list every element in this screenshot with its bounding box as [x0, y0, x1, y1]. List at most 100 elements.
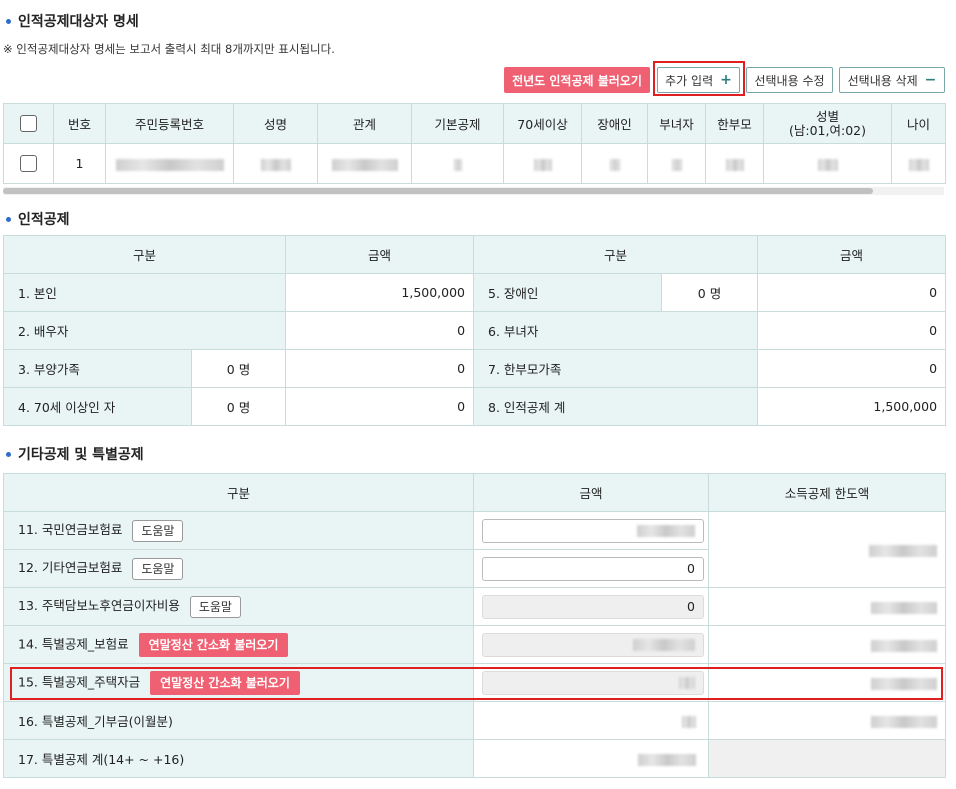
scrollbar-thumb[interactable]: [3, 188, 873, 194]
amount-over70: 0: [285, 387, 475, 426]
limit-special-donation: [708, 701, 946, 740]
header-age: 나이: [891, 103, 946, 144]
label-special-total: 17. 특별공제 계(14+ ~ +16): [3, 739, 474, 778]
header-amount-2: 금액: [757, 235, 947, 274]
table-row: 11. 국민연금보험료 도움말: [3, 511, 946, 588]
load-simplified-housing-button[interactable]: 연말정산 간소화 불러오기: [150, 670, 300, 695]
header-single-parent: 한부모: [705, 103, 764, 144]
row-select-cell: [3, 143, 54, 184]
personal-deduction-table: 구분 금액 구분 금액 1. 본인 1,500,000 5. 장애인 0 명 0…: [2, 235, 947, 426]
header-category-2: 구분: [473, 235, 759, 274]
count-disabled: 0 명: [661, 273, 759, 312]
header-rrn: 주민등록번호: [105, 103, 234, 144]
row-female: [647, 143, 706, 184]
amount-self: 1,500,000: [285, 273, 475, 312]
mortgage-pension-interest-input: 0: [482, 594, 704, 619]
label-special-housing: 15. 특별공제_주택자금 연말정산 간소화 불러오기: [3, 663, 474, 702]
other-pension-input[interactable]: 0: [482, 556, 704, 581]
table-row: 2. 배우자 0 6. 부녀자 0: [2, 311, 947, 350]
header-over70: 70세이상: [503, 103, 582, 144]
label-mortgage-pension-interest: 13. 주택담보노후연금이자비용 도움말: [3, 587, 474, 626]
row-checkbox[interactable]: [20, 155, 37, 172]
help-button[interactable]: 도움말: [132, 557, 184, 580]
section-title-personal-deduction: 인적공제: [6, 209, 70, 229]
limit-special-housing: [708, 663, 946, 702]
label-other-pension: 12. 기타연금보험료 도움말: [3, 549, 474, 588]
header-basic: 기본공제: [411, 103, 504, 144]
row-rrn: [105, 143, 234, 184]
header-amount-1: 금액: [285, 235, 475, 274]
delete-selected-button[interactable]: 선택내용 삭제 −: [839, 67, 945, 93]
row-age: [891, 143, 946, 184]
label-special-donation: 16. 특별공제_기부금(이월분): [3, 701, 474, 740]
table-row: 16. 특별공제_기부금(이월분): [3, 701, 946, 740]
table-row[interactable]: 1: [3, 143, 946, 184]
label-disabled: 5. 장애인: [473, 273, 663, 312]
amount-personal-total: 1,500,000: [757, 387, 947, 426]
limit-pension: [708, 511, 946, 588]
limit-special-insurance: [708, 625, 946, 664]
header-disabled: 장애인: [581, 103, 648, 144]
row-single-parent: [705, 143, 764, 184]
header-category-1: 구분: [2, 235, 287, 274]
header-no: 번호: [53, 103, 106, 144]
dependents-table: 번호 주민등록번호 성명 관계 기본공제 70세이상 장애인 부녀자 한부모 성…: [3, 103, 946, 184]
amount-female-householder: 0: [757, 311, 947, 350]
national-pension-input[interactable]: [482, 518, 704, 543]
label-national-pension: 11. 국민연금보험료 도움말: [3, 511, 474, 550]
special-housing-input: [482, 670, 704, 695]
label-over70: 4. 70세 이상인 자: [3, 387, 192, 426]
section-title-dependents: 인적공제대상자 명세: [6, 11, 139, 31]
header-name: 성명: [233, 103, 318, 144]
row-over70: [503, 143, 582, 184]
horizontal-scrollbar[interactable]: [3, 187, 944, 195]
bullet-icon: [6, 216, 11, 222]
amount-special-insurance: [473, 625, 709, 664]
dependents-note: ※ 인적공제대상자 명세는 보고서 출력시 최대 8개까지만 표시됩니다.: [3, 42, 335, 56]
row-gender: [763, 143, 892, 184]
help-button[interactable]: 도움말: [132, 519, 184, 542]
amount-dependents: 0: [285, 349, 475, 388]
header-select-all: [3, 103, 54, 144]
help-button[interactable]: 도움말: [189, 595, 241, 618]
other-deduction-table: 구분 금액 소득공제 한도액 11. 국민연금보험료 도움말 12. 기타연금보…: [3, 473, 946, 778]
limit-special-total: [708, 739, 946, 778]
load-prev-year-button[interactable]: 전년도 인적공제 불러오기: [504, 67, 650, 93]
row-name: [233, 143, 318, 184]
load-simplified-insurance-button[interactable]: 연말정산 간소화 불러오기: [138, 632, 289, 657]
table-row: 1. 본인 1,500,000 5. 장애인 0 명 0: [2, 273, 947, 312]
amount-special-donation: [473, 701, 709, 740]
bullet-icon: [6, 18, 11, 24]
header-relation: 관계: [317, 103, 412, 144]
add-input-button[interactable]: 추가 입력 +: [657, 67, 740, 93]
amount-national-pension: [473, 511, 709, 550]
table-row: 15. 특별공제_주택자금 연말정산 간소화 불러오기: [3, 663, 946, 702]
header-limit: 소득공제 한도액: [708, 473, 946, 512]
select-all-checkbox[interactable]: [20, 115, 37, 132]
header-gender: 성별 (남:01,여:02): [763, 103, 892, 144]
header-category: 구분: [3, 473, 474, 512]
limit-mortgage-pension-interest: [708, 587, 946, 626]
amount-spouse: 0: [285, 311, 475, 350]
label-single-parent: 7. 한부모가족: [473, 349, 759, 388]
label-female-householder: 6. 부녀자: [473, 311, 759, 350]
amount-other-pension: 0: [473, 549, 709, 588]
special-insurance-input: [482, 632, 704, 657]
table-row: 4. 70세 이상인 자 0 명 0 8. 인적공제 계 1,500,000: [3, 387, 947, 426]
label-personal-total: 8. 인적공제 계: [473, 387, 759, 426]
edit-selected-button[interactable]: 선택내용 수정: [746, 67, 833, 93]
row-basic: [411, 143, 504, 184]
row-relation: [317, 143, 412, 184]
count-over70: 0 명: [190, 387, 287, 426]
header-female: 부녀자: [647, 103, 706, 144]
amount-single-parent: 0: [757, 349, 947, 388]
header-amount: 금액: [473, 473, 709, 512]
count-dependents: 0 명: [190, 349, 287, 388]
label-self: 1. 본인: [2, 273, 287, 312]
row-no: 1: [53, 143, 106, 184]
amount-special-housing: [473, 663, 709, 702]
label-special-insurance: 14. 특별공제_보험료 연말정산 간소화 불러오기: [3, 625, 474, 664]
minus-icon: −: [924, 72, 937, 88]
section-title-other-deduction: 기타공제 및 특별공제: [6, 444, 144, 464]
label-spouse: 2. 배우자: [2, 311, 287, 350]
